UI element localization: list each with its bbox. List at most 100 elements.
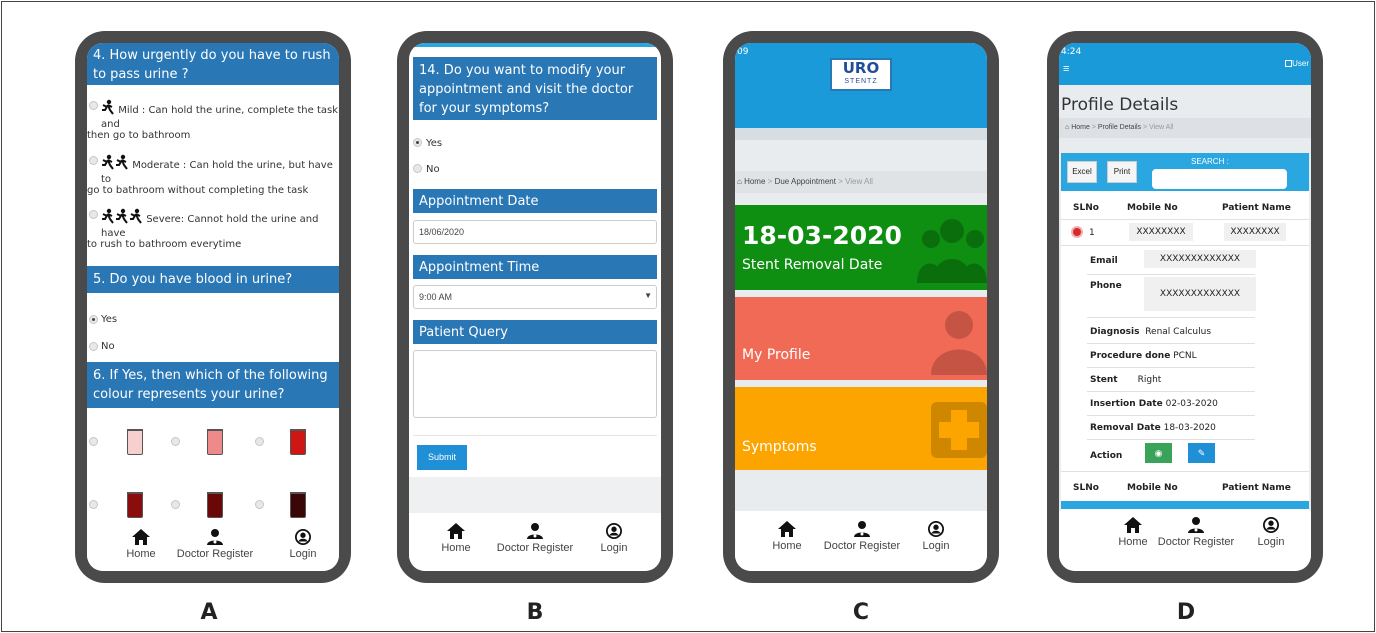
nav-home[interactable]: Home <box>121 529 161 560</box>
print-button[interactable]: Print <box>1107 161 1137 183</box>
panel-label-c: C <box>852 600 870 625</box>
caret-down-icon: ▼ <box>644 291 652 300</box>
nav-home[interactable]: Home <box>767 521 807 552</box>
radio-moderate[interactable] <box>89 156 98 165</box>
my-profile-label: My Profile <box>742 347 811 363</box>
home-icon <box>447 523 465 539</box>
diagnosis-row: Diagnosis Renal Calculus <box>1090 327 1212 337</box>
collapse-row-icon[interactable] <box>1071 226 1083 238</box>
stent-removal-tile[interactable]: 18-03-2020 Stent Removal Date <box>735 205 987 290</box>
appointment-time-header: Appointment Time <box>413 255 657 279</box>
question-5-title: 5. Do you have blood in urine? <box>93 272 293 287</box>
nav-home[interactable]: Home <box>436 523 476 554</box>
running-person-icon <box>102 208 114 224</box>
status-time: 09 <box>737 47 749 57</box>
running-person-icon <box>116 208 128 224</box>
radio-blood-no[interactable] <box>89 342 98 351</box>
action-label: Action <box>1090 451 1123 461</box>
radio-colour-3[interactable] <box>255 437 264 446</box>
running-person-icon <box>102 154 114 170</box>
beaker-light-pink-icon <box>127 429 143 455</box>
nav-login[interactable]: Login <box>594 523 634 554</box>
footer-mobile: Mobile No <box>1127 483 1178 493</box>
row-patient: XXXXXXXX <box>1224 223 1286 241</box>
radio-colour-6[interactable] <box>255 500 264 509</box>
radio-colour-2[interactable] <box>171 437 180 446</box>
panel-label-a: A <box>200 600 218 625</box>
user-circle-icon <box>295 529 311 545</box>
breadcrumb: ⌂ Home > Profile Details > View All <box>1059 118 1311 138</box>
home-icon <box>778 521 796 537</box>
col-header-slno: SLNo <box>1073 203 1099 213</box>
nav-doctor-register[interactable]: Doctor Register <box>822 521 902 552</box>
nav-doctor-register[interactable]: Doctor Register <box>1156 517 1236 548</box>
app-bar <box>1059 43 1311 85</box>
question-6-title: 6. If Yes, then which of the following c… <box>93 368 328 402</box>
home-crumb-icon: ⌂ <box>1065 124 1070 131</box>
nav-login[interactable]: Login <box>283 529 323 560</box>
radio-modify-no[interactable] <box>413 164 422 173</box>
patient-query-textarea[interactable] <box>413 350 657 418</box>
radio-mild[interactable] <box>89 101 98 110</box>
stent-row: Stent Right <box>1090 375 1162 385</box>
radio-colour-1[interactable] <box>89 437 98 446</box>
appointment-time-select[interactable]: 9:00 AM ▼ <box>413 285 657 309</box>
radio-colour-4[interactable] <box>89 500 98 509</box>
excel-button[interactable]: Excel <box>1067 161 1097 183</box>
status-time: 4:24 <box>1061 47 1082 57</box>
nav-login[interactable]: Login <box>916 521 956 552</box>
phone-value: XXXXXXXXXXXXX <box>1144 277 1256 311</box>
nav-doctor-register[interactable]: Doctor Register <box>175 529 255 560</box>
view-button[interactable]: ◉ <box>1145 443 1172 463</box>
option-moderate: Moderate : Can hold the urine, but have … <box>101 154 339 187</box>
question-14-header: 14. Do you want to modify your appointme… <box>413 57 657 120</box>
search-input[interactable] <box>1152 169 1287 189</box>
phone-b: 14. Do you want to modify your appointme… <box>397 31 673 583</box>
detail-divider <box>1087 391 1255 392</box>
home-icon <box>1124 517 1142 533</box>
procedure-row: Procedure done PCNL <box>1090 351 1197 361</box>
submit-button[interactable]: Submit <box>417 445 467 470</box>
row-mobile: XXXXXXXX <box>1129 223 1193 241</box>
radio-modify-yes[interactable] <box>413 138 422 147</box>
appointment-date-input[interactable]: 18/06/2020 <box>413 220 657 244</box>
hamburger-menu-icon[interactable]: ≡ <box>1063 63 1069 75</box>
running-person-icon <box>116 154 128 170</box>
email-value: XXXXXXXXXXXXX <box>1144 250 1256 268</box>
question-14-title: 14. Do you want to modify your appointme… <box>419 63 634 116</box>
symptoms-tile[interactable]: Symptoms <box>735 387 987 470</box>
edit-button[interactable]: ✎ <box>1188 443 1215 463</box>
top-strip <box>409 43 661 47</box>
option-mild: Mild : Can hold the urine, complete the … <box>101 99 339 132</box>
patient-query-header: Patient Query <box>413 320 657 344</box>
header-divider <box>1061 219 1309 220</box>
question-4-header: 4. How urgently do you have to rush to p… <box>87 43 339 85</box>
question-6-header: 6. If Yes, then which of the following c… <box>87 362 339 408</box>
bottom-nav: Home Doctor Register Login <box>735 511 987 571</box>
beaker-maroon-icon <box>207 492 223 518</box>
nav-home[interactable]: Home <box>1113 517 1153 548</box>
email-label: Email <box>1090 256 1118 266</box>
nav-login[interactable]: Login <box>1251 517 1291 548</box>
detail-divider <box>1087 343 1255 344</box>
nav-doctor-register[interactable]: Doctor Register <box>495 523 575 554</box>
phone-a: 4. How urgently do you have to rush to p… <box>75 31 351 583</box>
panel-label-d: D <box>1176 600 1196 625</box>
breadcrumb: ⌂ Home > Due Appointment > View All <box>735 171 987 193</box>
option-mild-cont: then go to bathroom <box>87 130 191 141</box>
beaker-dark-red-icon <box>127 492 143 518</box>
uro-stentz-logo: URO STENTZ <box>830 58 892 91</box>
person-icon <box>931 311 987 375</box>
label-blood-no: No <box>101 341 115 352</box>
user-link[interactable]: User <box>1285 59 1309 68</box>
medical-plus-icon <box>931 402 987 458</box>
page-title: Profile Details <box>1061 95 1179 115</box>
my-profile-tile[interactable]: My Profile <box>735 297 987 380</box>
radio-blood-yes[interactable] <box>89 315 98 324</box>
symptoms-label: Symptoms <box>742 439 817 455</box>
row-number: 1 <box>1089 228 1095 238</box>
radio-colour-5[interactable] <box>171 500 180 509</box>
option-severe-cont: to rush to bathroom everytime <box>87 239 242 250</box>
radio-severe[interactable] <box>89 210 98 219</box>
detail-divider <box>1087 415 1255 416</box>
